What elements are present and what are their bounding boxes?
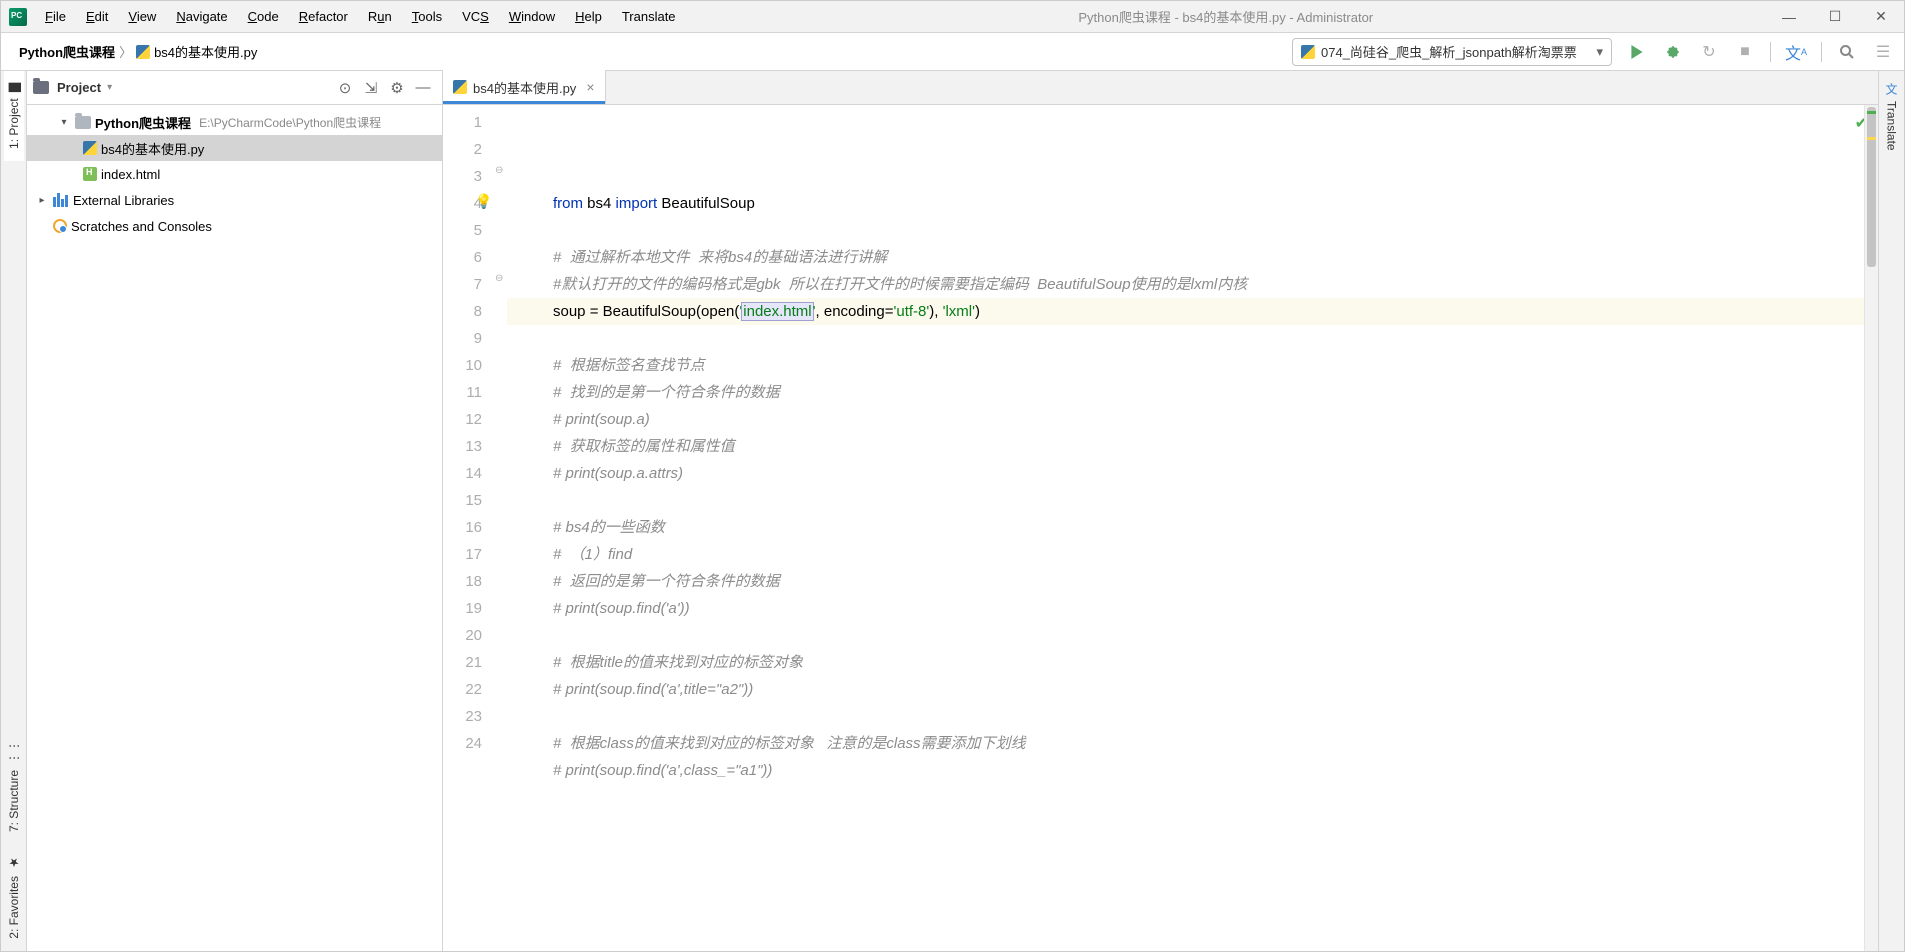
scratches-icon (53, 219, 67, 233)
star-icon: ★ (7, 856, 21, 870)
translate-button[interactable]: 文A (1781, 38, 1811, 66)
project-panel-title[interactable]: Project (57, 80, 101, 95)
tree-label: bs4的基本使用.py (101, 139, 204, 158)
app-icon (9, 8, 27, 26)
project-tool-window: Project ▾ ⊙ ⇲ ⚙ — ▾ Python爬虫课程 E:\PyChar… (27, 71, 443, 951)
python-file-icon (83, 141, 97, 155)
editor-tab-label: bs4的基本使用.py (473, 78, 576, 97)
chevron-down-icon: ▾ (1596, 44, 1603, 60)
line-number-gutter: 123456789101112131415161718192021222324 (443, 105, 493, 951)
tool-tab-translate[interactable]: 文 Translate (1880, 71, 1903, 163)
menu-bar: File Edit View Navigate Code Refactor Ru… (35, 5, 686, 28)
navigation-bar: Python爬虫课程 〉 bs4的基本使用.py 074_尚硅谷_爬虫_解析_j… (1, 33, 1904, 71)
select-opened-file-button[interactable]: ⊙ (332, 75, 358, 101)
breadcrumb-file[interactable]: bs4的基本使用.py (136, 42, 257, 61)
python-file-icon (1301, 45, 1315, 59)
tree-external-libraries[interactable]: ▸ External Libraries (27, 187, 442, 213)
run-configuration-selector[interactable]: 074_尚硅谷_爬虫_解析_jsonpath解析淘票票 ▾ (1292, 38, 1612, 66)
project-tree[interactable]: ▾ Python爬虫课程 E:\PyCharmCode\Python爬虫课程 b… (27, 105, 442, 951)
menu-edit[interactable]: Edit (76, 5, 118, 28)
scrollbar-thumb[interactable] (1867, 107, 1876, 267)
left-tool-stripe: 1: Project ▇ 7: Structure ⋮⋮ 2: Favorite… (1, 71, 27, 951)
tree-project-root[interactable]: ▾ Python爬虫课程 E:\PyCharmCode\Python爬虫课程 (27, 109, 442, 135)
menu-navigate[interactable]: Navigate (166, 5, 237, 28)
html-file-icon (83, 167, 97, 181)
search-everywhere-button[interactable] (1832, 38, 1862, 66)
window-title: Python爬虫课程 - bs4的基本使用.py - Administrator (686, 7, 1766, 26)
translate-icon: 文 (1883, 83, 1900, 95)
breadcrumb: Python爬虫课程 〉 bs4的基本使用.py (7, 42, 257, 61)
folder-icon (33, 81, 49, 94)
ide-settings-button[interactable]: ☰ (1868, 38, 1898, 66)
tree-label: External Libraries (73, 193, 174, 208)
run-button[interactable] (1622, 38, 1652, 66)
tool-tab-label: 2: Favorites (7, 876, 21, 939)
editor-tab-bar: bs4的基本使用.py × (443, 71, 1878, 105)
hide-panel-button[interactable]: — (410, 75, 436, 101)
menu-tools[interactable]: Tools (402, 5, 452, 28)
code-content[interactable]: 💡 from bs4 import BeautifulSoup # 通过解析本地… (507, 105, 1864, 951)
scroll-marker (1867, 137, 1876, 140)
python-file-icon (136, 45, 150, 59)
tree-label: index.html (101, 167, 160, 182)
menu-refactor[interactable]: Refactor (289, 5, 358, 28)
python-file-icon (453, 80, 467, 94)
chevron-down-icon[interactable]: ▾ (107, 82, 112, 93)
tree-label: Python爬虫课程 (95, 113, 191, 132)
menu-run[interactable]: Run (358, 5, 402, 28)
editor-scrollbar[interactable] (1864, 105, 1878, 951)
run-config-label: 074_尚硅谷_爬虫_解析_jsonpath解析淘票票 (1321, 42, 1577, 61)
fold-marker-icon[interactable]: ⊖ (495, 165, 505, 175)
tool-tab-label: 7: Structure (7, 770, 21, 832)
debug-button[interactable] (1658, 38, 1688, 66)
folder-icon (75, 116, 91, 129)
tool-tab-structure[interactable]: 7: Structure ⋮⋮ (4, 728, 24, 844)
code-editor[interactable]: 123456789101112131415161718192021222324 … (443, 105, 1878, 951)
expand-arrow-icon[interactable]: ▾ (57, 117, 71, 128)
menu-vcs[interactable]: VCS (452, 5, 499, 28)
expand-all-button[interactable]: ⇲ (358, 75, 384, 101)
menu-translate[interactable]: Translate (612, 5, 686, 28)
tree-scratches[interactable]: Scratches and Consoles (27, 213, 442, 239)
stop-button[interactable]: ■ (1730, 38, 1760, 66)
menu-code[interactable]: Code (238, 5, 289, 28)
project-panel-header: Project ▾ ⊙ ⇲ ⚙ — (27, 71, 442, 105)
fold-marker-icon[interactable]: ⊖ (495, 273, 505, 283)
maximize-button[interactable]: ☐ (1812, 2, 1858, 32)
right-tool-stripe: 文 Translate (1878, 71, 1904, 951)
window-controls: — ☐ ✕ (1766, 2, 1904, 32)
tree-file-row[interactable]: bs4的基本使用.py (27, 135, 442, 161)
tree-file-row[interactable]: index.html (27, 161, 442, 187)
breadcrumb-separator: 〉 (119, 42, 132, 61)
tool-tab-label: Translate (1885, 101, 1899, 151)
editor-area: bs4的基本使用.py × 12345678910111213141516171… (443, 71, 1878, 951)
breadcrumb-project[interactable]: Python爬虫课程 (19, 42, 115, 61)
run-with-coverage-button[interactable]: ↻ (1694, 38, 1724, 66)
close-tab-icon[interactable]: × (586, 79, 594, 95)
tree-path: E:\PyCharmCode\Python爬虫课程 (199, 114, 381, 131)
expand-arrow-icon[interactable]: ▸ (35, 195, 49, 206)
editor-tab[interactable]: bs4的基本使用.py × (443, 70, 606, 104)
menu-file[interactable]: File (35, 5, 76, 28)
settings-gear-icon[interactable]: ⚙ (384, 75, 410, 101)
tool-tab-favorites[interactable]: 2: Favorites ★ (4, 844, 24, 951)
library-icon (53, 193, 69, 207)
menu-help[interactable]: Help (565, 5, 612, 28)
structure-icon: ⋮⋮ (7, 740, 21, 764)
menu-window[interactable]: Window (499, 5, 565, 28)
title-bar: File Edit View Navigate Code Refactor Ru… (1, 1, 1904, 33)
tree-label: Scratches and Consoles (71, 219, 212, 234)
scroll-marker (1867, 111, 1876, 114)
tool-tab-project[interactable]: 1: Project ▇ (4, 71, 24, 161)
fold-strip: ⊖ ⊖ (493, 105, 507, 951)
folder-icon: ▇ (7, 83, 21, 92)
menu-view[interactable]: View (118, 5, 166, 28)
tool-tab-label: 1: Project (7, 98, 21, 149)
close-button[interactable]: ✕ (1858, 2, 1904, 32)
minimize-button[interactable]: — (1766, 2, 1812, 32)
breadcrumb-file-label: bs4的基本使用.py (154, 42, 257, 61)
intention-bulb-icon[interactable]: 💡 (475, 188, 492, 215)
